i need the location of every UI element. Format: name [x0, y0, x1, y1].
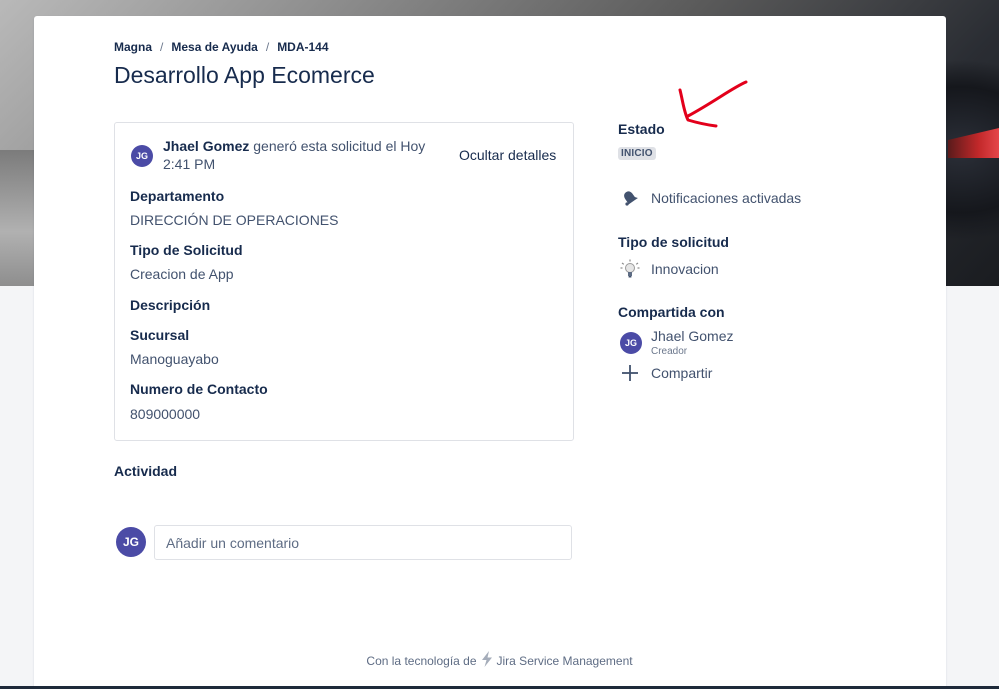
status-badge: INICIO	[618, 147, 656, 160]
field-value-sucursal: Manoguayabo	[130, 351, 219, 367]
field-label-numero-contacto: Numero de Contacto	[130, 381, 268, 397]
field-label-departamento: Departamento	[130, 188, 225, 204]
bolt-icon	[480, 651, 494, 670]
creator-line: Jhael Gomez generó esta solicitud el Hoy…	[163, 137, 443, 173]
field-value-numero-contacto: 809000000	[130, 406, 201, 422]
annotation-arrow-icon	[678, 80, 748, 128]
footer-prefix: Con la tecnología de	[366, 653, 477, 668]
field-value-tipo-solicitud: Creacion de App	[130, 266, 234, 282]
page-title: Desarrollo App Ecomerce	[114, 62, 375, 88]
comment-input[interactable]	[154, 525, 572, 560]
shared-user-name: Jhael Gomez	[651, 328, 734, 344]
request-type-title: Tipo de solicitud	[618, 234, 729, 250]
share-label: Compartir	[651, 365, 713, 381]
bell-icon	[620, 188, 640, 208]
request-details: JG Jhael Gomez generó esta solicitud el …	[114, 122, 574, 441]
field-label-descripcion: Descripción	[130, 297, 211, 313]
hide-details-link[interactable]: Ocultar detalles	[459, 147, 556, 163]
lightbulb-icon	[620, 259, 640, 279]
request-type-row: Innovacion	[620, 259, 719, 279]
field-value-departamento: DIRECCIÓN DE OPERACIONES	[130, 212, 339, 228]
breadcrumb-issue-key[interactable]: MDA-144	[277, 40, 328, 54]
field-label-tipo-solicitud: Tipo de Solicitud	[130, 242, 243, 258]
field-label-sucursal: Sucursal	[130, 327, 190, 343]
shared-user-role: Creador	[651, 346, 688, 357]
plus-icon	[620, 363, 640, 383]
share-button[interactable]: Compartir	[620, 363, 712, 383]
request-type-value: Innovacion	[651, 261, 719, 277]
breadcrumb: Magna / Mesa de Ayuda / MDA-144	[114, 40, 329, 54]
comment-avatar: JG	[116, 527, 146, 557]
breadcrumb-separator: /	[160, 40, 164, 54]
creator-avatar: JG	[131, 145, 153, 167]
shared-user-avatar: JG	[620, 332, 642, 354]
notifications-toggle[interactable]: Notificaciones activadas	[620, 188, 801, 208]
status-title: Estado	[618, 121, 665, 137]
breadcrumb-separator: /	[265, 40, 270, 54]
shared-with-title: Compartida con	[618, 304, 725, 320]
breadcrumb-mesa-de-ayuda[interactable]: Mesa de Ayuda	[171, 40, 257, 54]
notifications-label: Notificaciones activadas	[651, 190, 802, 206]
activity-title: Actividad	[114, 463, 178, 479]
creator-name: Jhael Gomez	[163, 138, 250, 154]
breadcrumb-magna[interactable]: Magna	[114, 40, 152, 54]
footer: Con la tecnología de Jira Service Manage…	[0, 651, 999, 670]
footer-product-link[interactable]: Jira Service Management	[497, 654, 633, 668]
